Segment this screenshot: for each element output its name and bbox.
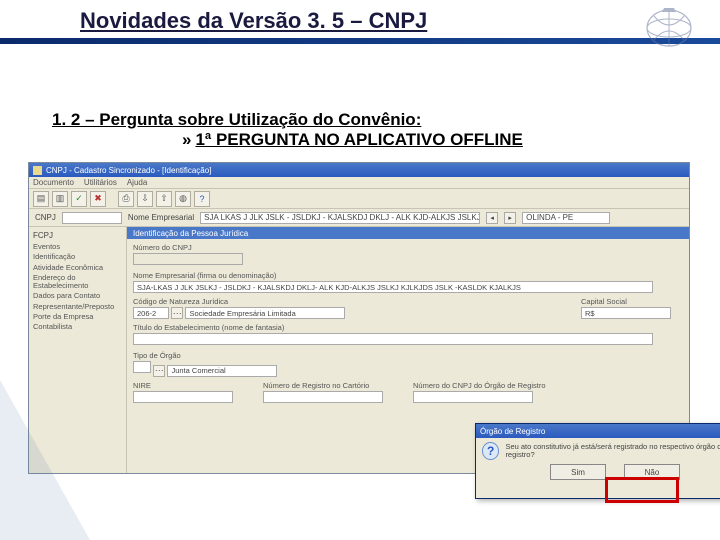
menu-documento[interactable]: Documento	[33, 178, 74, 187]
tb-export-icon[interactable]: ⇩	[137, 191, 153, 207]
input-cod-nat-desc: Sociedade Empresária Limitada	[185, 307, 345, 319]
app-menubar: Documento Utilitários Ajuda	[29, 177, 689, 189]
nav-prev-icon[interactable]: ◂	[486, 212, 498, 224]
sidebar-item-porte[interactable]: Porte da Empresa	[33, 312, 122, 322]
sidebar-title: FCPJ	[33, 231, 122, 240]
docbar-nome-label: Nome Empresarial	[128, 213, 194, 222]
input-num-reg[interactable]	[263, 391, 383, 403]
app-icon	[33, 166, 42, 175]
slide-title: Novidades da Versão 3. 5 – CNPJ	[80, 8, 427, 34]
receita-federal-logo	[644, 6, 694, 50]
input-nome-emp[interactable]: SJA-LKAS J JLK JSLKJ - JSLDKJ - KJALSKDJ…	[133, 281, 653, 293]
panel-header: Identificação da Pessoa Jurídica	[127, 227, 689, 239]
lbl-numero-cnpj: Número do CNPJ	[133, 243, 683, 252]
lbl-capital: Capital Social	[581, 297, 671, 306]
tb-globe-icon[interactable]: ◍	[175, 191, 191, 207]
question-icon: ?	[482, 442, 499, 460]
input-num-cnpj-orgao[interactable]	[413, 391, 533, 403]
corner-decoration	[0, 380, 90, 540]
sidebar-item-representante[interactable]: Representante/Preposto	[33, 302, 122, 312]
sidebar-item-atividade[interactable]: Atividade Econômica	[33, 263, 122, 273]
dialog-titlebar: Órgão de Registro ×	[476, 424, 720, 438]
lbl-titulo: Título do Estabelecimento (nome de fanta…	[133, 323, 683, 332]
input-nire[interactable]	[133, 391, 233, 403]
docbar-municipio-field[interactable]: OLINDA - PE	[522, 212, 610, 224]
lookup-orgao-icon[interactable]: ⋯	[153, 365, 165, 377]
docbar-cnpj-field[interactable]	[62, 212, 122, 224]
menu-ajuda[interactable]: Ajuda	[127, 178, 147, 187]
tb-open-icon[interactable]: ▥	[52, 191, 68, 207]
tb-help-icon[interactable]: ?	[194, 191, 210, 207]
sidebar-item-identificacao[interactable]: Identificação	[33, 252, 122, 262]
lbl-nome-emp: Nome Empresarial (firma ou denominação)	[133, 271, 683, 280]
app-titlebar: CNPJ - Cadastro Sincronizado - [Identifi…	[29, 163, 689, 177]
sidebar-item-contato[interactable]: Dados para Contato	[33, 291, 122, 301]
nav-next-icon[interactable]: ▸	[504, 212, 516, 224]
input-capital[interactable]: R$	[581, 307, 671, 319]
docbar-nome-field[interactable]: SJA LKAS J JLK JSLK - JSLDKJ - KJALSKDJ …	[200, 212, 480, 224]
tb-check-icon[interactable]: ✓	[71, 191, 87, 207]
tb-import-icon[interactable]: ⇧	[156, 191, 172, 207]
input-numero-cnpj[interactable]	[133, 253, 243, 265]
input-cod-nat-code[interactable]: 206-2	[133, 307, 169, 319]
subtitle-line-1: 1. 2 – Pergunta sobre Utilização do Conv…	[52, 110, 680, 130]
sidebar-item-eventos[interactable]: Eventos	[33, 242, 122, 252]
app-window-title: CNPJ - Cadastro Sincronizado - [Identifi…	[46, 166, 211, 175]
dialog-message: Seu ato constitutivo já está/será regist…	[505, 443, 720, 460]
lbl-cod-nat: Código de Natureza Jurídica	[133, 297, 345, 306]
doc-bar: CNPJ Nome Empresarial SJA LKAS J JLK JSL…	[29, 209, 689, 227]
bullet-icon: »	[182, 130, 191, 150]
lbl-num-cnpj-orgao: Número do CNPJ do Órgão de Registro	[413, 381, 546, 390]
app-toolbar: ▤ ▥ ✓ ✖ ⎙ ⇩ ⇧ ◍ ?	[29, 189, 689, 209]
input-tipo-orgao-code[interactable]	[133, 361, 151, 373]
menu-utilitarios[interactable]: Utilitários	[84, 178, 117, 187]
lookup-icon[interactable]: ⋯	[171, 307, 183, 319]
tb-new-icon[interactable]: ▤	[33, 191, 49, 207]
lbl-nire: NIRE	[133, 381, 233, 390]
subtitle-block: 1. 2 – Pergunta sobre Utilização do Conv…	[52, 110, 680, 150]
subtitle-2-text: 1ª PERGUNTA NO APLICATIVO OFFLINE	[195, 130, 522, 149]
dialog-no-button[interactable]: Não	[624, 464, 680, 480]
content-panel: Identificação da Pessoa Jurídica Número …	[127, 227, 689, 473]
input-tipo-orgao-desc: Junta Comercial	[167, 365, 277, 377]
tb-delete-icon[interactable]: ✖	[90, 191, 106, 207]
title-accent-band	[0, 38, 720, 44]
input-titulo[interactable]	[133, 333, 653, 345]
lbl-num-reg: Número de Registro no Cartório	[263, 381, 383, 390]
tb-print-icon[interactable]: ⎙	[118, 191, 134, 207]
sidebar-item-contabilista[interactable]: Contabilista	[33, 322, 122, 332]
docbar-cnpj-label: CNPJ	[35, 213, 56, 222]
subtitle-line-2: »1ª PERGUNTA NO APLICATIVO OFFLINE	[182, 130, 680, 150]
sidebar-item-endereco[interactable]: Endereço do Estabelecimento	[33, 273, 122, 292]
embedded-app-window: CNPJ - Cadastro Sincronizado - [Identifi…	[28, 162, 690, 474]
lbl-tipo-orgao: Tipo de Órgão	[133, 351, 683, 360]
dialog-title: Órgão de Registro	[480, 427, 545, 436]
dialog-orgao-registro: Órgão de Registro × ? Seu ato constituti…	[475, 423, 720, 499]
dialog-yes-button[interactable]: Sim	[550, 464, 606, 480]
